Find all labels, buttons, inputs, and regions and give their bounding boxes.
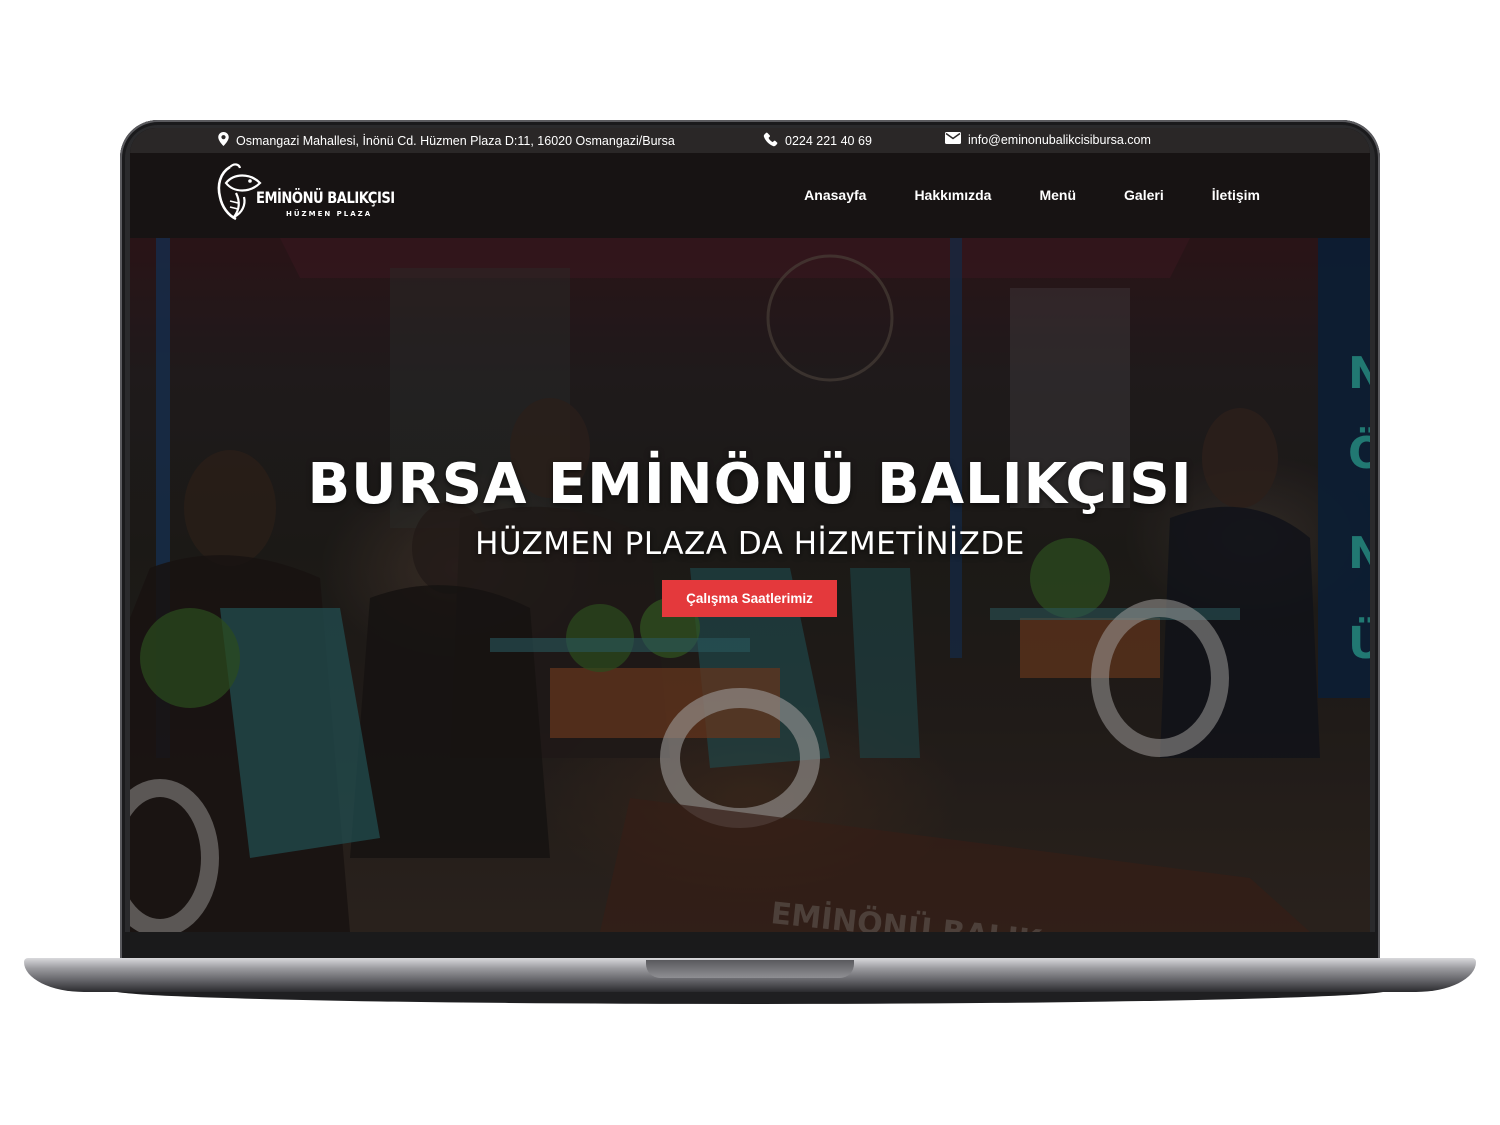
top-info-bar: Osmangazi Mahallesi, İnönü Cd. Hüzmen Pl…: [130, 128, 1370, 153]
laptop-base-shadow: [110, 990, 1390, 1004]
phone-item[interactable]: 0224 221 40 69: [763, 132, 872, 150]
nav-item-anasayfa[interactable]: Anasayfa: [804, 187, 866, 203]
envelope-icon: [945, 132, 968, 147]
map-pin-icon: [218, 132, 236, 149]
email-item[interactable]: info@eminonubalikcisibursa.com: [945, 132, 1151, 147]
working-hours-button[interactable]: Çalışma Saatlerimiz: [662, 580, 837, 617]
hero-title: BURSA EMİNÖNÜ BALIKÇISI: [307, 452, 1193, 517]
nav-item-menu[interactable]: Menü: [1039, 187, 1076, 203]
laptop-screen: Osmangazi Mahallesi, İnönü Cd. Hüzmen Pl…: [130, 128, 1370, 932]
laptop-notch: [646, 960, 854, 978]
email-text: info@eminonubalikcisibursa.com: [968, 132, 1151, 147]
nav-item-hakkimizda[interactable]: Hakkımızda: [914, 187, 991, 203]
main-navbar: EMİNÖNÜ BALIKÇISI HÜZMEN PLAZA Anasayfa …: [130, 153, 1370, 238]
phone-text: 0224 221 40 69: [785, 134, 872, 148]
logo-name: EMİNÖNÜ BALIKÇISI: [256, 188, 395, 207]
hero-section: N Ö N Ü EMİNÖNÜ BALIK BURSA EMİNÖNÜ BALI…: [130, 238, 1370, 932]
hero-subtitle: HÜZMEN PLAZA DA HİZMETİNİZDE: [475, 526, 1025, 562]
address-item[interactable]: Osmangazi Mahallesi, İnönü Cd. Hüzmen Pl…: [218, 132, 675, 149]
address-text: Osmangazi Mahallesi, İnönü Cd. Hüzmen Pl…: [236, 133, 675, 148]
main-nav: Anasayfa Hakkımızda Menü Galeri İletişim: [756, 187, 1260, 203]
nav-item-iletisim[interactable]: İletişim: [1212, 187, 1260, 203]
site-logo[interactable]: EMİNÖNÜ BALIKÇISI HÜZMEN PLAZA: [216, 161, 406, 225]
nav-item-galeri[interactable]: Galeri: [1124, 187, 1164, 203]
phone-icon: [763, 132, 785, 150]
screen-bezel-bottom: [124, 932, 1376, 958]
logo-subtitle: HÜZMEN PLAZA: [286, 210, 373, 218]
